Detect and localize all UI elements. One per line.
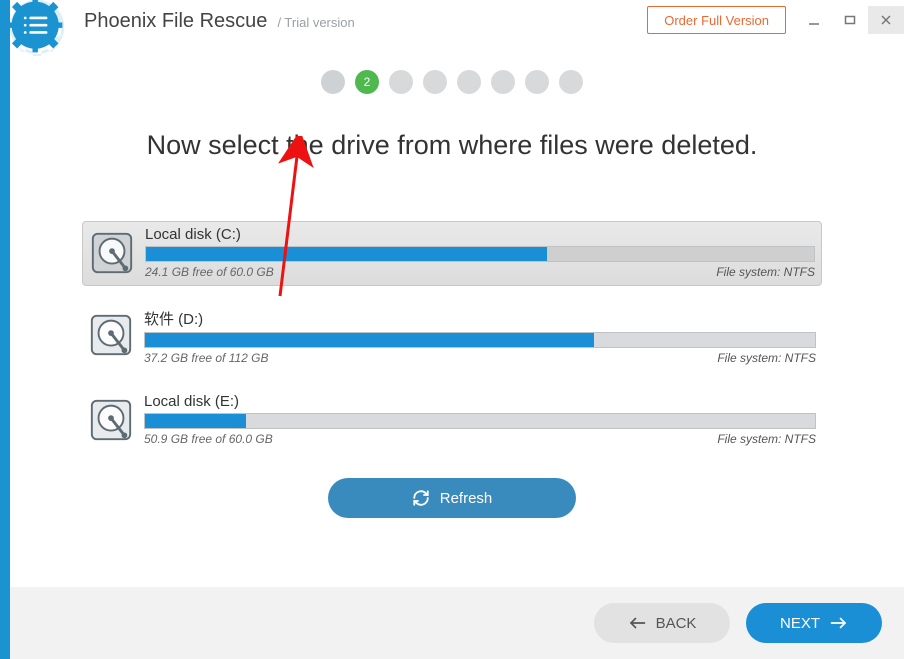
hard-drive-icon <box>88 397 134 443</box>
next-label: NEXT <box>780 615 820 632</box>
drive-filesystem-text: File system: NTFS <box>717 432 816 446</box>
drive-filesystem-text: File system: NTFS <box>716 265 815 279</box>
app-window: Phoenix File Rescue / Trial version Orde… <box>0 0 904 659</box>
order-full-version-button[interactable]: Order Full Version <box>647 6 786 34</box>
close-button[interactable] <box>868 6 904 34</box>
hard-drive-icon <box>88 312 134 358</box>
drive-row-2[interactable]: Local disk (E:) 50.9 GB free of 60.0 GB … <box>82 389 822 452</box>
drive-footer: 24.1 GB free of 60.0 GB File system: NTF… <box>145 265 815 279</box>
minimize-icon <box>808 14 820 26</box>
step-dot-7 <box>525 70 549 94</box>
step-dot-6 <box>491 70 515 94</box>
drive-body: Local disk (C:) 24.1 GB free of 60.0 GB … <box>145 226 815 279</box>
app-subtitle: / Trial version <box>277 15 354 30</box>
drive-free-text: 24.1 GB free of 60.0 GB <box>145 265 274 279</box>
footer-bar: BACK NEXT <box>10 587 904 659</box>
wizard-steps: 2 <box>0 70 904 94</box>
left-accent-stripe <box>0 0 10 659</box>
drive-filesystem-text: File system: NTFS <box>717 351 816 365</box>
step-dot-4 <box>423 70 447 94</box>
drive-footer: 37.2 GB free of 112 GB File system: NTFS <box>144 351 816 365</box>
drive-usage-bar <box>144 413 816 429</box>
refresh-icon <box>412 489 430 507</box>
drive-usage-fill <box>145 333 594 347</box>
back-button[interactable]: BACK <box>594 603 730 643</box>
drive-body: 软件 (D:) 37.2 GB free of 112 GB File syst… <box>144 308 816 365</box>
arrow-right-icon <box>830 616 848 630</box>
drive-footer: 50.9 GB free of 60.0 GB File system: NTF… <box>144 432 816 446</box>
step-dot-2: 2 <box>355 70 379 94</box>
drive-usage-bar <box>145 246 815 262</box>
maximize-icon <box>844 14 856 26</box>
hard-drive-icon <box>89 230 135 276</box>
step-dot-1 <box>321 70 345 94</box>
step-dot-3 <box>389 70 413 94</box>
step-dot-8 <box>559 70 583 94</box>
refresh-button[interactable]: Refresh <box>328 478 576 518</box>
close-icon <box>880 14 892 26</box>
drive-list: Local disk (C:) 24.1 GB free of 60.0 GB … <box>82 221 822 452</box>
app-title: Phoenix File Rescue <box>84 10 267 33</box>
drive-row-1[interactable]: 软件 (D:) 37.2 GB free of 112 GB File syst… <box>82 304 822 371</box>
drive-usage-fill <box>146 247 547 261</box>
arrow-left-icon <box>628 616 646 630</box>
back-label: BACK <box>656 615 697 632</box>
window-controls: Order Full Version <box>647 0 904 34</box>
drive-usage-fill <box>145 414 246 428</box>
drive-row-0[interactable]: Local disk (C:) 24.1 GB free of 60.0 GB … <box>82 221 822 286</box>
minimize-button[interactable] <box>796 6 832 34</box>
next-button[interactable]: NEXT <box>746 603 882 643</box>
drive-usage-bar <box>144 332 816 348</box>
step-dot-5 <box>457 70 481 94</box>
drive-body: Local disk (E:) 50.9 GB free of 60.0 GB … <box>144 393 816 446</box>
app-logo-gear-icon <box>8 0 66 56</box>
refresh-label: Refresh <box>440 490 493 507</box>
maximize-button[interactable] <box>832 6 868 34</box>
title-bar: Phoenix File Rescue / Trial version Orde… <box>0 0 904 46</box>
drive-name: Local disk (C:) <box>145 226 815 243</box>
drive-name: Local disk (E:) <box>144 393 816 410</box>
page-heading: Now select the drive from where files we… <box>0 130 904 161</box>
drive-free-text: 50.9 GB free of 60.0 GB <box>144 432 273 446</box>
drive-free-text: 37.2 GB free of 112 GB <box>144 351 269 365</box>
drive-name: 软件 (D:) <box>144 308 816 329</box>
